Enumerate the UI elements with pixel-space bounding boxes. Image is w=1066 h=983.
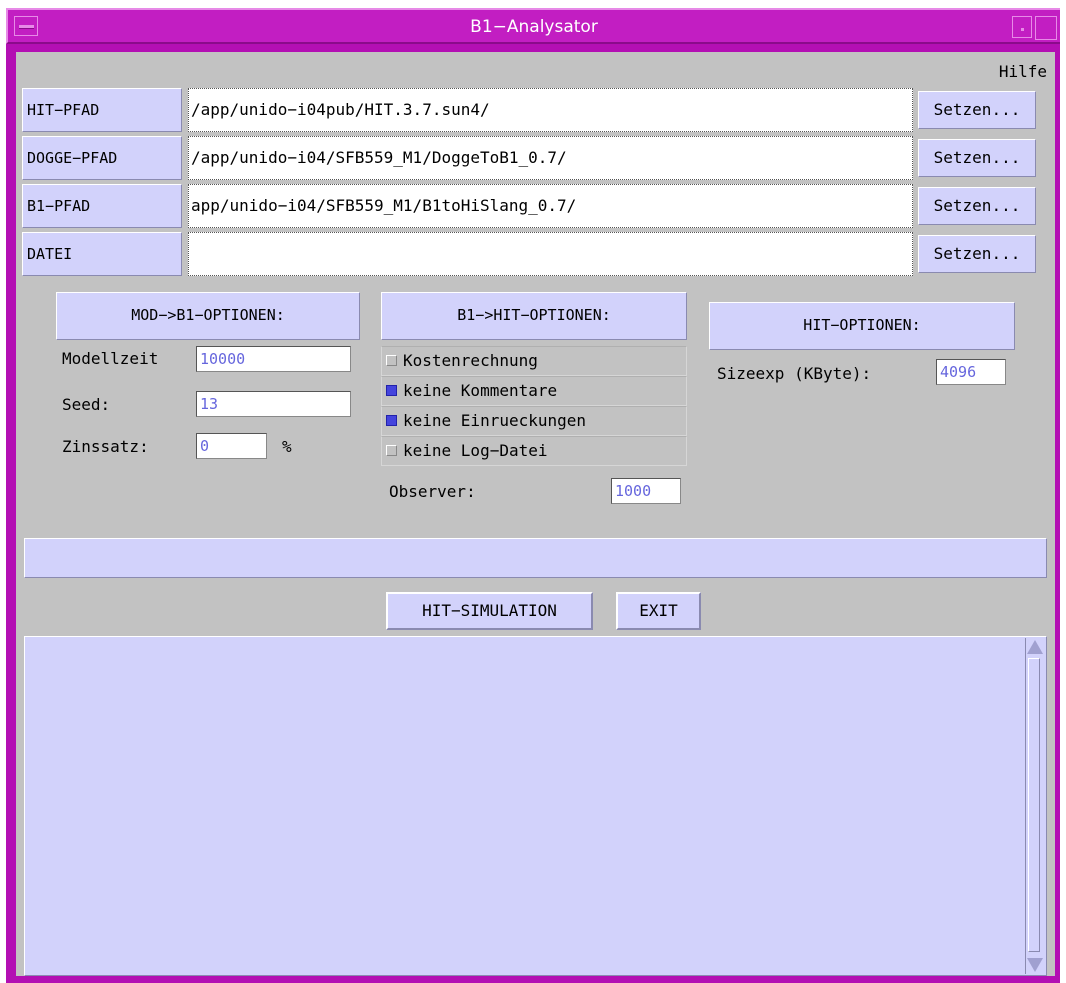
file-field[interactable] <box>188 232 913 276</box>
help-menu[interactable]: Hilfe <box>999 62 1047 81</box>
file-label: DATEI <box>22 232 182 276</box>
hit-options-button[interactable]: HIT−OPTIONEN: <box>709 302 1015 350</box>
keine-einrueckungen-checkbox[interactable]: keine Einrueckungen <box>381 406 687 436</box>
sizeexp-label: Sizeexp (KByte): <box>717 364 872 383</box>
b1-path-label: B1−PFAD <box>22 184 182 228</box>
app-window: B1−Analysator Hilfe HIT−PFAD /app/unido−… <box>6 8 1060 983</box>
main-panel: Hilfe HIT−PFAD /app/unido−i04pub/HIT.3.7… <box>16 52 1055 976</box>
zinssatz-unit: % <box>282 437 292 456</box>
output-scrollbar[interactable] <box>1025 638 1043 974</box>
hit-path-label: HIT−PFAD <box>22 88 182 132</box>
output-textarea[interactable] <box>24 636 1047 976</box>
mod-b1-options-button[interactable]: MOD−>B1−OPTIONEN: <box>56 292 360 340</box>
checkbox-checked-icon <box>386 384 397 396</box>
scroll-down-arrow-icon[interactable] <box>1027 958 1043 972</box>
keine-kommentare-checkbox[interactable]: keine Kommentare <box>381 376 687 406</box>
modellzeit-label: Modellzeit <box>62 349 159 368</box>
b1-hit-options-button[interactable]: B1−>HIT−OPTIONEN: <box>381 292 687 340</box>
title-bar[interactable]: B1−Analysator <box>6 8 1060 44</box>
seed-input[interactable]: 13 <box>196 391 351 417</box>
checkbox-unchecked-icon <box>386 354 397 366</box>
scroll-up-arrow-icon[interactable] <box>1027 640 1043 654</box>
b1-path-field[interactable]: app/unido−i04/SFB559_M1/B1toHiSlang_0.7/ <box>188 184 913 228</box>
seed-label: Seed: <box>62 395 111 414</box>
maximize-button[interactable] <box>1035 16 1057 40</box>
b1-path-set-button[interactable]: Setzen... <box>918 187 1036 225</box>
exit-button[interactable]: EXIT <box>616 592 701 630</box>
hit-simulation-button[interactable]: HIT−SIMULATION <box>386 592 593 630</box>
hit-path-set-button[interactable]: Setzen... <box>918 91 1036 129</box>
sizeexp-input[interactable]: 4096 <box>936 359 1006 385</box>
modellzeit-input[interactable]: 10000 <box>196 346 351 372</box>
kostenrechnung-checkbox[interactable]: Kostenrechnung <box>381 346 687 376</box>
observer-input[interactable]: 1000 <box>611 478 681 504</box>
minimize-icon <box>1021 28 1024 31</box>
zinssatz-label: Zinssatz: <box>62 437 149 456</box>
checkbox-checked-icon <box>386 414 397 426</box>
dogge-path-field[interactable]: /app/unido−i04/SFB559_M1/DoggeToB1_0.7/ <box>188 136 913 180</box>
hit-path-field[interactable]: /app/unido−i04pub/HIT.3.7.sun4/ <box>188 88 913 132</box>
window-title: B1−Analysator <box>470 17 598 37</box>
dogge-path-set-button[interactable]: Setzen... <box>918 139 1036 177</box>
file-set-button[interactable]: Setzen... <box>918 235 1036 273</box>
dogge-path-label: DOGGE−PFAD <box>22 136 182 180</box>
zinssatz-input[interactable]: 0 <box>196 433 267 459</box>
keine-log-datei-checkbox[interactable]: keine Log−Datei <box>381 436 687 466</box>
scroll-thumb[interactable] <box>1028 658 1040 952</box>
minimize-button[interactable] <box>1012 16 1032 38</box>
status-line <box>24 538 1047 578</box>
keine-einrueckungen-label: keine Einrueckungen <box>403 411 587 430</box>
checkbox-unchecked-icon <box>386 444 397 456</box>
kostenrechnung-label: Kostenrechnung <box>403 351 538 370</box>
keine-log-datei-label: keine Log−Datei <box>403 441 548 460</box>
keine-kommentare-label: keine Kommentare <box>403 381 558 400</box>
observer-label: Observer: <box>389 482 476 501</box>
